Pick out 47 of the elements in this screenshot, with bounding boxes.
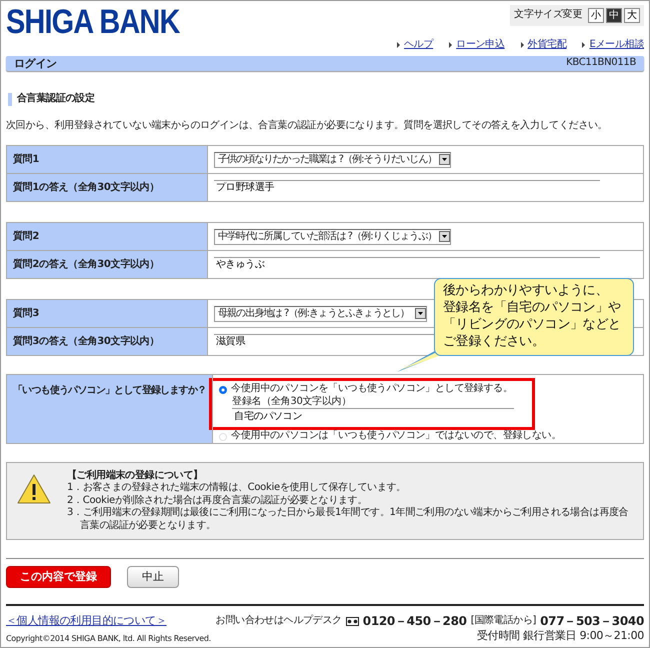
nav-link[interactable]: 外貨宅配 — [528, 39, 566, 52]
notice-title: 【ご利用端末の登録について】 — [67, 470, 204, 482]
register-button[interactable]: この内容で登録 — [6, 566, 111, 588]
font-size-button[interactable]: 大 — [624, 8, 640, 23]
answer-label: 質問3の答え（全角30文字以内） — [13, 336, 160, 346]
copyright: Copyright©2014 SHIGA BANK, ltd. All Rights Reserved. — [6, 634, 211, 644]
hours-text: 受付時間 銀行営業日 9:00～21:00 — [476, 629, 644, 643]
nav-link[interactable]: ローン申込 — [456, 39, 505, 52]
page-title: ログイン — [14, 56, 57, 70]
contact-text: お問い合わせはヘルプデスク — [216, 615, 342, 628]
font-size-button[interactable]: 中 — [606, 8, 622, 23]
notice-item: 1．お客さまの登録された端末の情報は、Cookieを使用して保存しています。 — [67, 482, 407, 494]
radio-label: 今使用中のパソコンは「いつも使うパソコン」ではないので、登録しない。 — [231, 430, 562, 443]
callout-text: 後からわかりやすいように、 登録名を「自宅のパソコン」や 「リビングのパソコン」などと ご登録ください。 — [434, 278, 634, 356]
notice-item: 2．Cookieが削除された場合は再度合言葉の認証が必要となります。 — [67, 494, 368, 506]
triangle-icon — [449, 42, 452, 48]
question-label: 質問2 — [13, 230, 40, 242]
free-dial-icon — [346, 617, 359, 626]
phone-number: 0120－450－280 — [362, 614, 467, 629]
section-heading: 合言葉認証の設定 — [8, 93, 644, 106]
intro-text: 次回から、利用登録されていない端末からのログインは、合言葉の認証が必要になります。質問を選択してその答えを入力してください。 — [6, 120, 608, 132]
screen-id: KBC11BN011B — [566, 57, 636, 70]
question-select[interactable]: 中学時代に所属していた部活は ?（例:りくじょうぶ） — [214, 228, 452, 245]
radio-button[interactable] — [219, 386, 228, 394]
registration-label: 「いつも使うパソコン」として登録しますか？ — [13, 385, 206, 396]
font-size-button[interactable]: 小 — [588, 8, 604, 23]
nav-link[interactable]: ヘルプ — [404, 39, 434, 52]
phone-number: 077－503－3040 — [540, 614, 644, 629]
font-size-label: 文字サイズ変更 — [514, 9, 582, 22]
name-label: 登録名（全角30文字以内） — [232, 396, 352, 408]
privacy-link[interactable]: ＜個人情報の利用目的について＞ — [6, 614, 167, 627]
nav-link[interactable]: Eメール相談 — [589, 39, 644, 52]
question-select[interactable]: 母親の出身地は ?（例:きょうとふきょうとし） — [214, 306, 427, 322]
triangle-icon — [582, 42, 586, 48]
triangle-icon — [520, 42, 524, 48]
question-label: 質問3 — [13, 308, 40, 318]
logo: SHIGA BANK — [6, 5, 180, 39]
warning-icon — [17, 474, 51, 504]
question-label: 質問1 — [13, 154, 40, 164]
triangle-icon — [397, 42, 400, 48]
notice-item: 3．ご利用端末の登録期間は最後にご利用になった日から最長1年間です。1年間ご利用のない端末からご利用される場合は再度合言葉の認証が必要となります。 — [67, 507, 630, 532]
answer-label: 質問1の答え（全角30文字以内） — [13, 182, 160, 192]
question-select[interactable]: 子供の頃なりたかった職業は ?（例:そうりだいじん） — [214, 152, 452, 168]
cancel-button[interactable]: 中止 — [127, 566, 179, 588]
intl-label: [国際電話から] — [470, 615, 536, 628]
radio-label: 今使用中のパソコンを「いつも使うパソコン」として登録する。 — [231, 383, 513, 396]
answer-label: 質問2の答え（全角30文字以内） — [13, 258, 160, 270]
